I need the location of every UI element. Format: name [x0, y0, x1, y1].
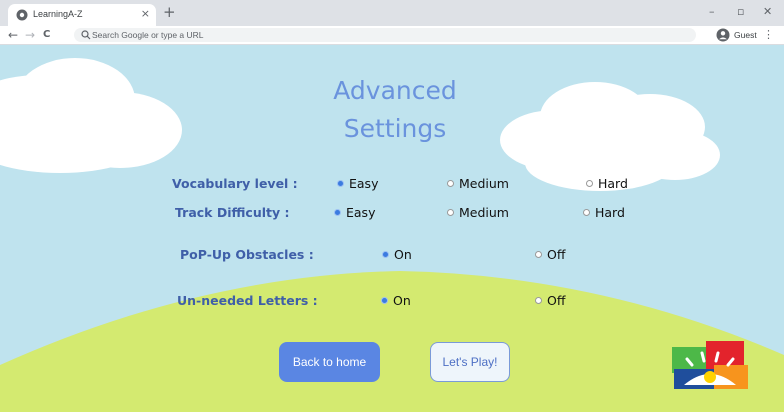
- browser-tab[interactable]: LearningA-Z ×: [8, 4, 156, 26]
- track-medium-option[interactable]: Medium: [447, 205, 509, 221]
- radio-selected-icon: [381, 297, 388, 304]
- popup-obstacles-label: PoP-Up Obstacles :: [180, 247, 314, 262]
- radio-unselected-icon: [583, 209, 590, 216]
- option-label: Hard: [595, 205, 625, 220]
- vocabulary-hard-option[interactable]: Hard: [586, 176, 628, 192]
- favicon-icon: [16, 9, 28, 21]
- option-label: Easy: [346, 205, 376, 220]
- browser-toolbar: ← → C Search Google or type a URL Guest …: [0, 26, 784, 45]
- vocabulary-easy-option[interactable]: Easy: [337, 176, 378, 192]
- track-hard-option[interactable]: Hard: [583, 205, 625, 221]
- option-label: Hard: [598, 176, 628, 191]
- option-label: On: [394, 247, 412, 262]
- title-line-2: Settings: [343, 114, 447, 143]
- radio-unselected-icon: [535, 297, 542, 304]
- option-label: Off: [547, 247, 566, 262]
- radio-unselected-icon: [586, 180, 593, 187]
- learning-az-logo-icon: [672, 341, 748, 389]
- unneeded-letters-label: Un-needed Letters :: [177, 293, 318, 308]
- popup-on-option[interactable]: On: [382, 247, 412, 263]
- browser-tab-bar: LearningA-Z × + – ▫ ✕: [0, 0, 784, 26]
- radio-unselected-icon: [535, 251, 542, 258]
- option-label: On: [393, 293, 411, 308]
- tab-title: LearningA-Z: [33, 9, 83, 19]
- popup-off-option[interactable]: Off: [535, 247, 565, 263]
- radio-unselected-icon: [447, 209, 454, 216]
- option-label: Medium: [459, 205, 509, 220]
- game-settings-page: Advanced Settings Vocabulary level : Eas…: [0, 45, 784, 412]
- track-easy-option[interactable]: Easy: [334, 205, 375, 221]
- back-button[interactable]: ←: [8, 27, 18, 43]
- unneeded-off-option[interactable]: Off: [535, 293, 565, 309]
- title-line-1: Advanced: [333, 76, 457, 105]
- radio-selected-icon: [382, 251, 389, 258]
- search-icon: [81, 30, 91, 40]
- option-label: Medium: [459, 176, 509, 191]
- address-bar-placeholder: Search Google or type a URL: [92, 30, 204, 40]
- unneeded-on-option[interactable]: On: [381, 293, 411, 309]
- browser-menu-button[interactable]: ⋮: [763, 27, 774, 43]
- reload-button[interactable]: C: [43, 27, 50, 43]
- restore-button[interactable]: ▫: [737, 5, 744, 18]
- vocabulary-level-label: Vocabulary level :: [172, 176, 298, 191]
- lets-play-button[interactable]: Let's Play!: [430, 342, 510, 382]
- address-bar[interactable]: Search Google or type a URL: [74, 28, 696, 42]
- radio-selected-icon: [334, 209, 341, 216]
- minimize-button[interactable]: –: [709, 5, 715, 18]
- profile-icon: [716, 28, 730, 42]
- option-label: Easy: [349, 176, 379, 191]
- option-label: Off: [547, 293, 566, 308]
- forward-button[interactable]: →: [25, 27, 35, 43]
- close-window-button[interactable]: ✕: [763, 5, 772, 18]
- vocabulary-medium-option[interactable]: Medium: [447, 176, 509, 192]
- radio-selected-icon: [337, 180, 344, 187]
- new-tab-button[interactable]: +: [163, 4, 176, 20]
- radio-unselected-icon: [447, 180, 454, 187]
- track-difficulty-label: Track Difficulty :: [175, 205, 290, 220]
- back-to-home-button[interactable]: Back to home: [279, 342, 380, 382]
- tab-close-button[interactable]: ×: [141, 7, 150, 20]
- page-title: Advanced Settings: [300, 72, 490, 148]
- profile-label: Guest: [734, 30, 757, 40]
